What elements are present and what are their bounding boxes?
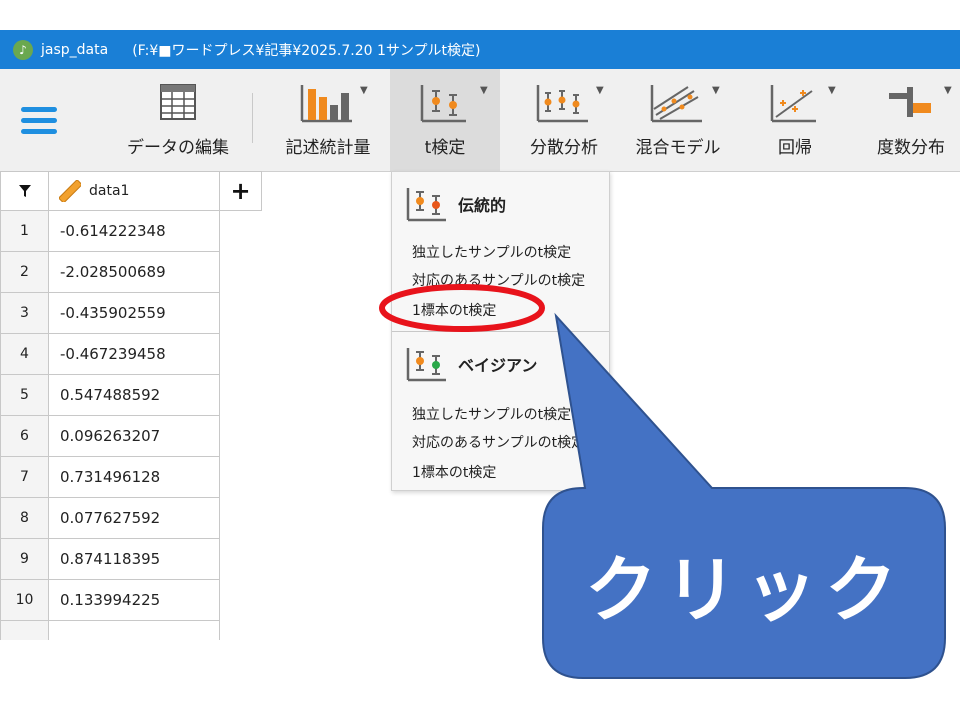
callout-text: クリック <box>584 547 905 632</box>
highlight-ellipse <box>379 284 545 332</box>
